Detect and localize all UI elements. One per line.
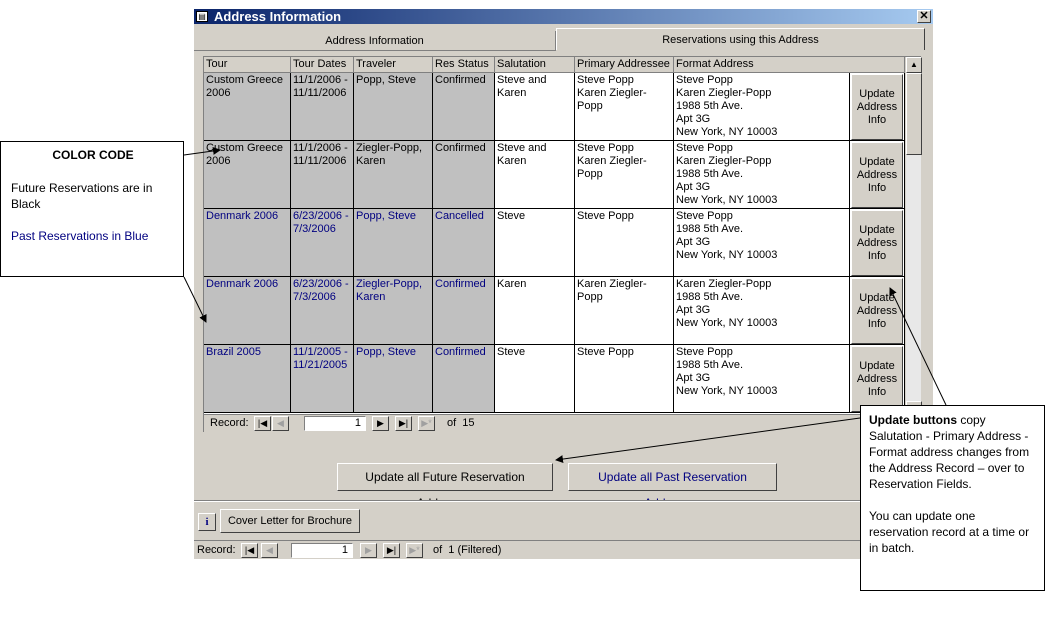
arrow-to-batch-button — [555, 417, 861, 464]
arrow-to-future-row — [183, 147, 221, 156]
arrow-to-update-button — [889, 287, 947, 406]
annotation-arrows — [183, 147, 947, 464]
arrow-to-past-row — [183, 276, 207, 323]
